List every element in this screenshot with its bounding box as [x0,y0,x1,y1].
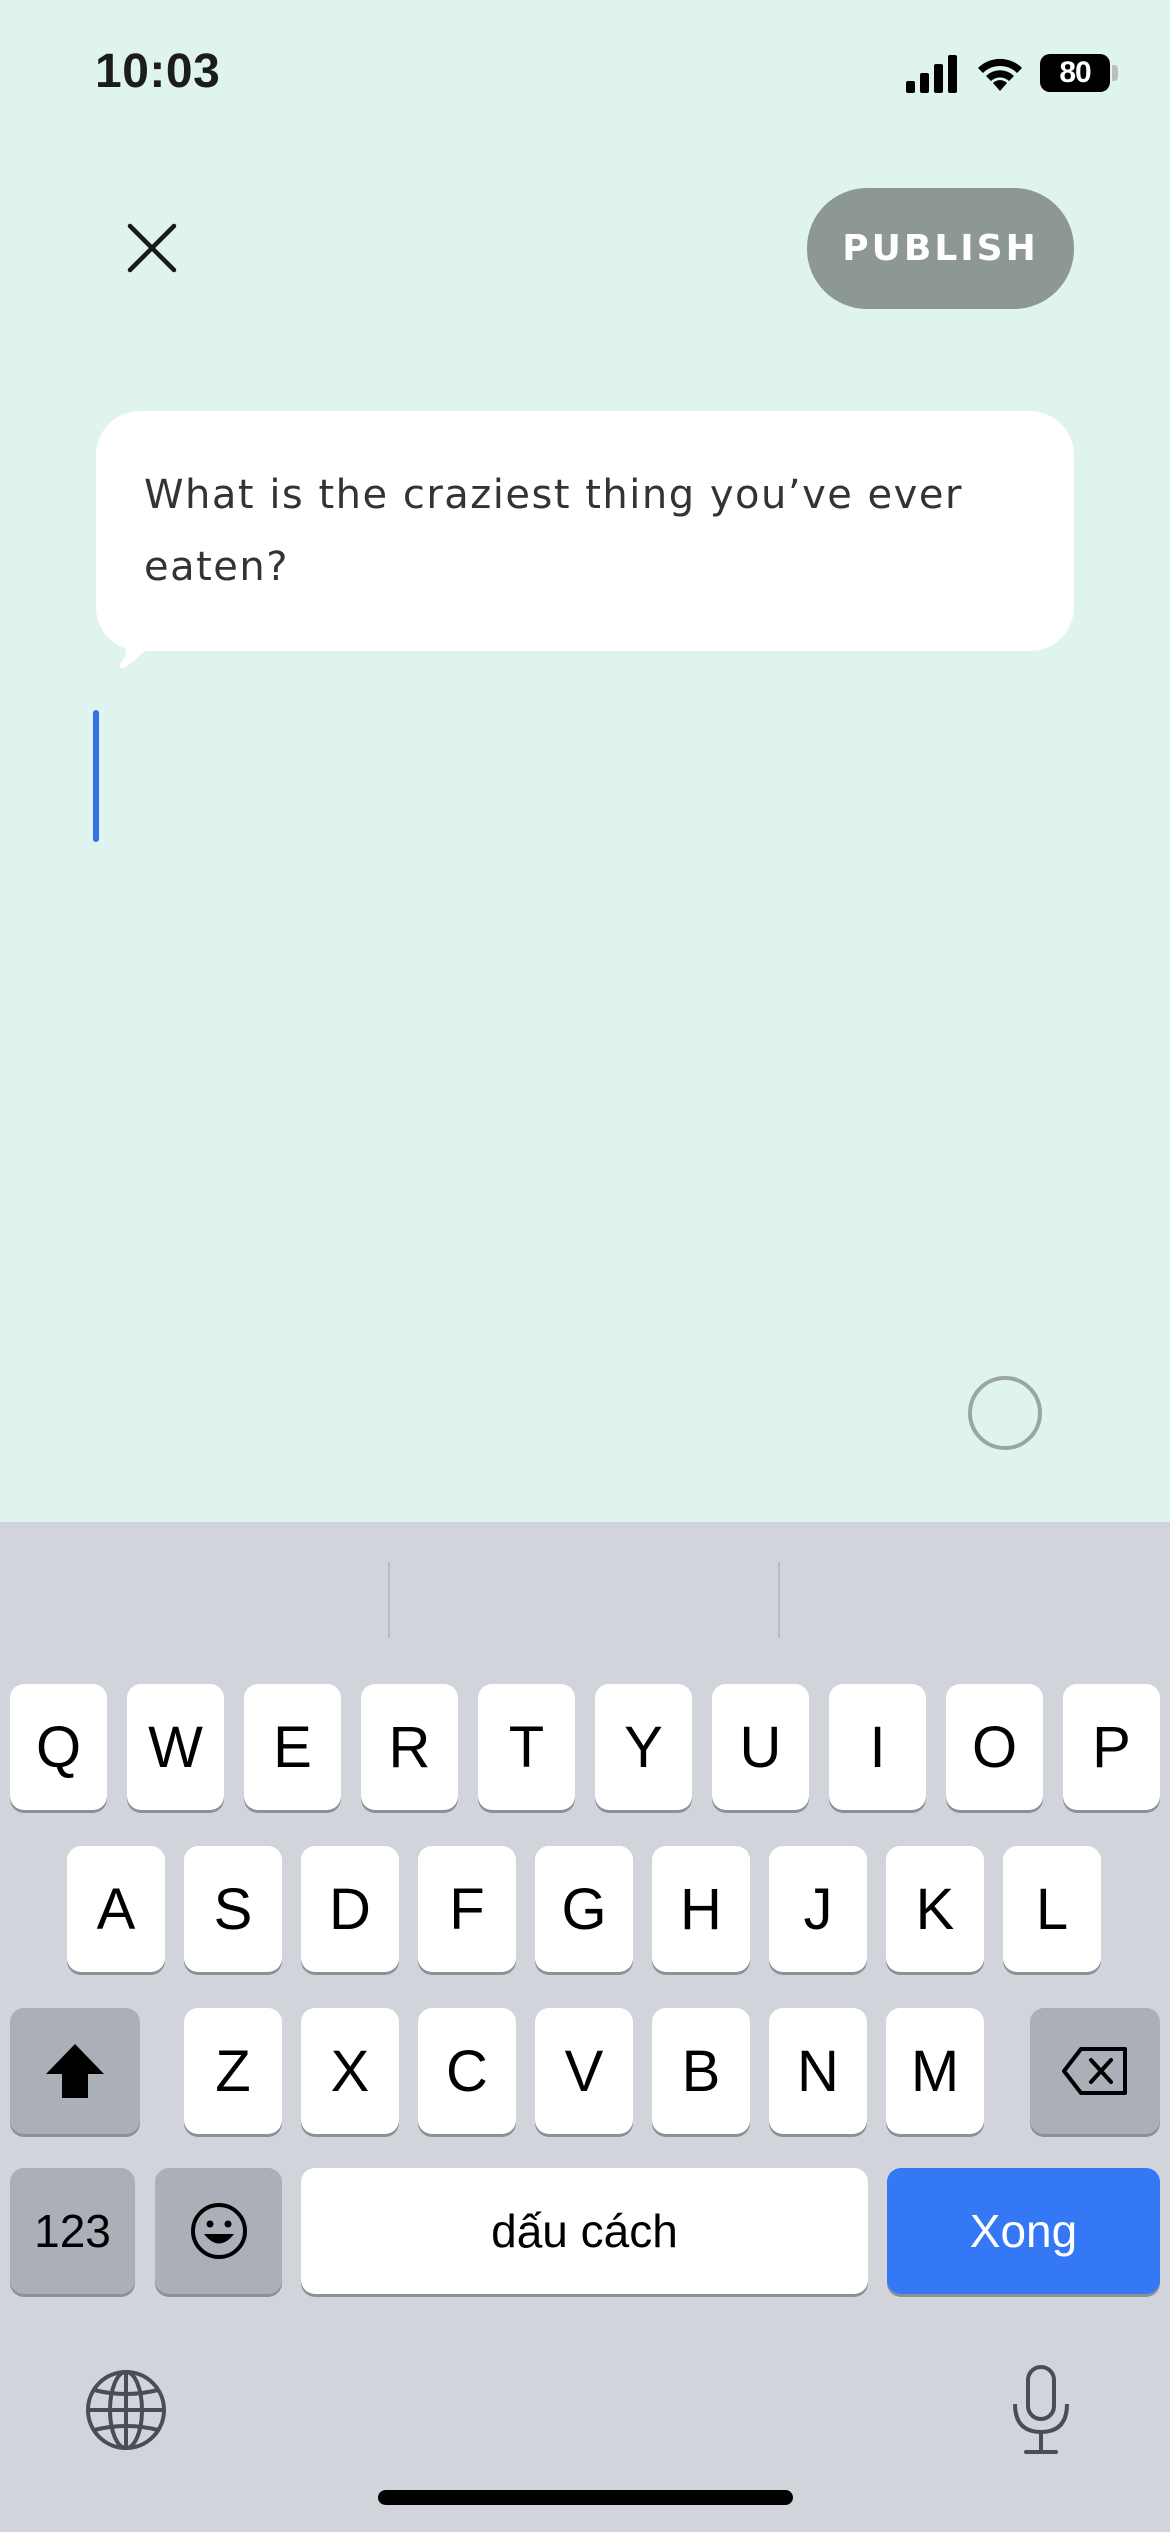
key-h[interactable]: H [652,1846,750,1972]
emoji-key[interactable] [155,2168,282,2294]
publish-button[interactable]: PUBLISH [807,188,1074,309]
bubble-tail [119,640,156,669]
suggestion-divider [778,1562,780,1638]
done-key[interactable]: Xong [887,2168,1160,2294]
suggestion-divider [388,1562,390,1638]
key-g[interactable]: G [535,1846,633,1972]
answer-input-cursor[interactable] [93,710,99,842]
key-l[interactable]: L [1003,1846,1101,1972]
prompt-bubble: What is the craziest thing you’ve ever e… [96,411,1074,651]
wifi-icon [978,58,1022,91]
key-c[interactable]: C [418,2008,516,2134]
key-s[interactable]: S [184,1846,282,1972]
key-p[interactable]: P [1063,1684,1160,1810]
shift-key[interactable] [10,2008,140,2134]
key-t[interactable]: T [478,1684,575,1810]
battery-level: 80 [1059,56,1091,89]
home-indicator [378,2490,793,2505]
battery-tip [1112,65,1118,81]
key-y[interactable]: Y [595,1684,692,1810]
key-k[interactable]: K [886,1846,984,1972]
microphone-icon[interactable] [1010,2364,1072,2456]
backspace-key[interactable] [1030,2008,1160,2134]
key-v[interactable]: V [535,2008,633,2134]
key-m[interactable]: M [886,2008,984,2134]
emoji-icon [190,2203,247,2259]
backspace-icon [1062,2047,1127,2095]
space-key[interactable]: dấu cách [301,2168,868,2294]
key-o[interactable]: O [946,1684,1043,1810]
globe-icon[interactable] [84,2368,168,2452]
key-q[interactable]: Q [10,1684,107,1810]
key-r[interactable]: R [361,1684,458,1810]
key-z[interactable]: Z [184,2008,282,2134]
battery-indicator: 80 [1040,54,1110,92]
shift-icon [46,2044,104,2098]
key-u[interactable]: U [712,1684,809,1810]
key-a[interactable]: A [67,1846,165,1972]
key-e[interactable]: E [244,1684,341,1810]
key-b[interactable]: B [652,2008,750,2134]
cellular-signal-icon [906,55,957,93]
key-j[interactable]: J [769,1846,867,1972]
key-f[interactable]: F [418,1846,516,1972]
keyboard: Q W E R T Y U I O P A S D F G H J K L Z … [0,1522,1170,2532]
key-i[interactable]: I [829,1684,926,1810]
key-d[interactable]: D [301,1846,399,1972]
numbers-key[interactable]: 123 [10,2168,135,2294]
key-w[interactable]: W [127,1684,224,1810]
character-count-ring [968,1376,1042,1450]
key-n[interactable]: N [769,2008,867,2134]
status-time: 10:03 [95,45,221,98]
key-x[interactable]: X [301,2008,399,2134]
close-icon [127,223,177,273]
close-button[interactable] [112,208,192,288]
prompt-text: What is the craziest thing you’ve ever e… [144,472,963,590]
status-icons: 80 [906,48,1118,98]
